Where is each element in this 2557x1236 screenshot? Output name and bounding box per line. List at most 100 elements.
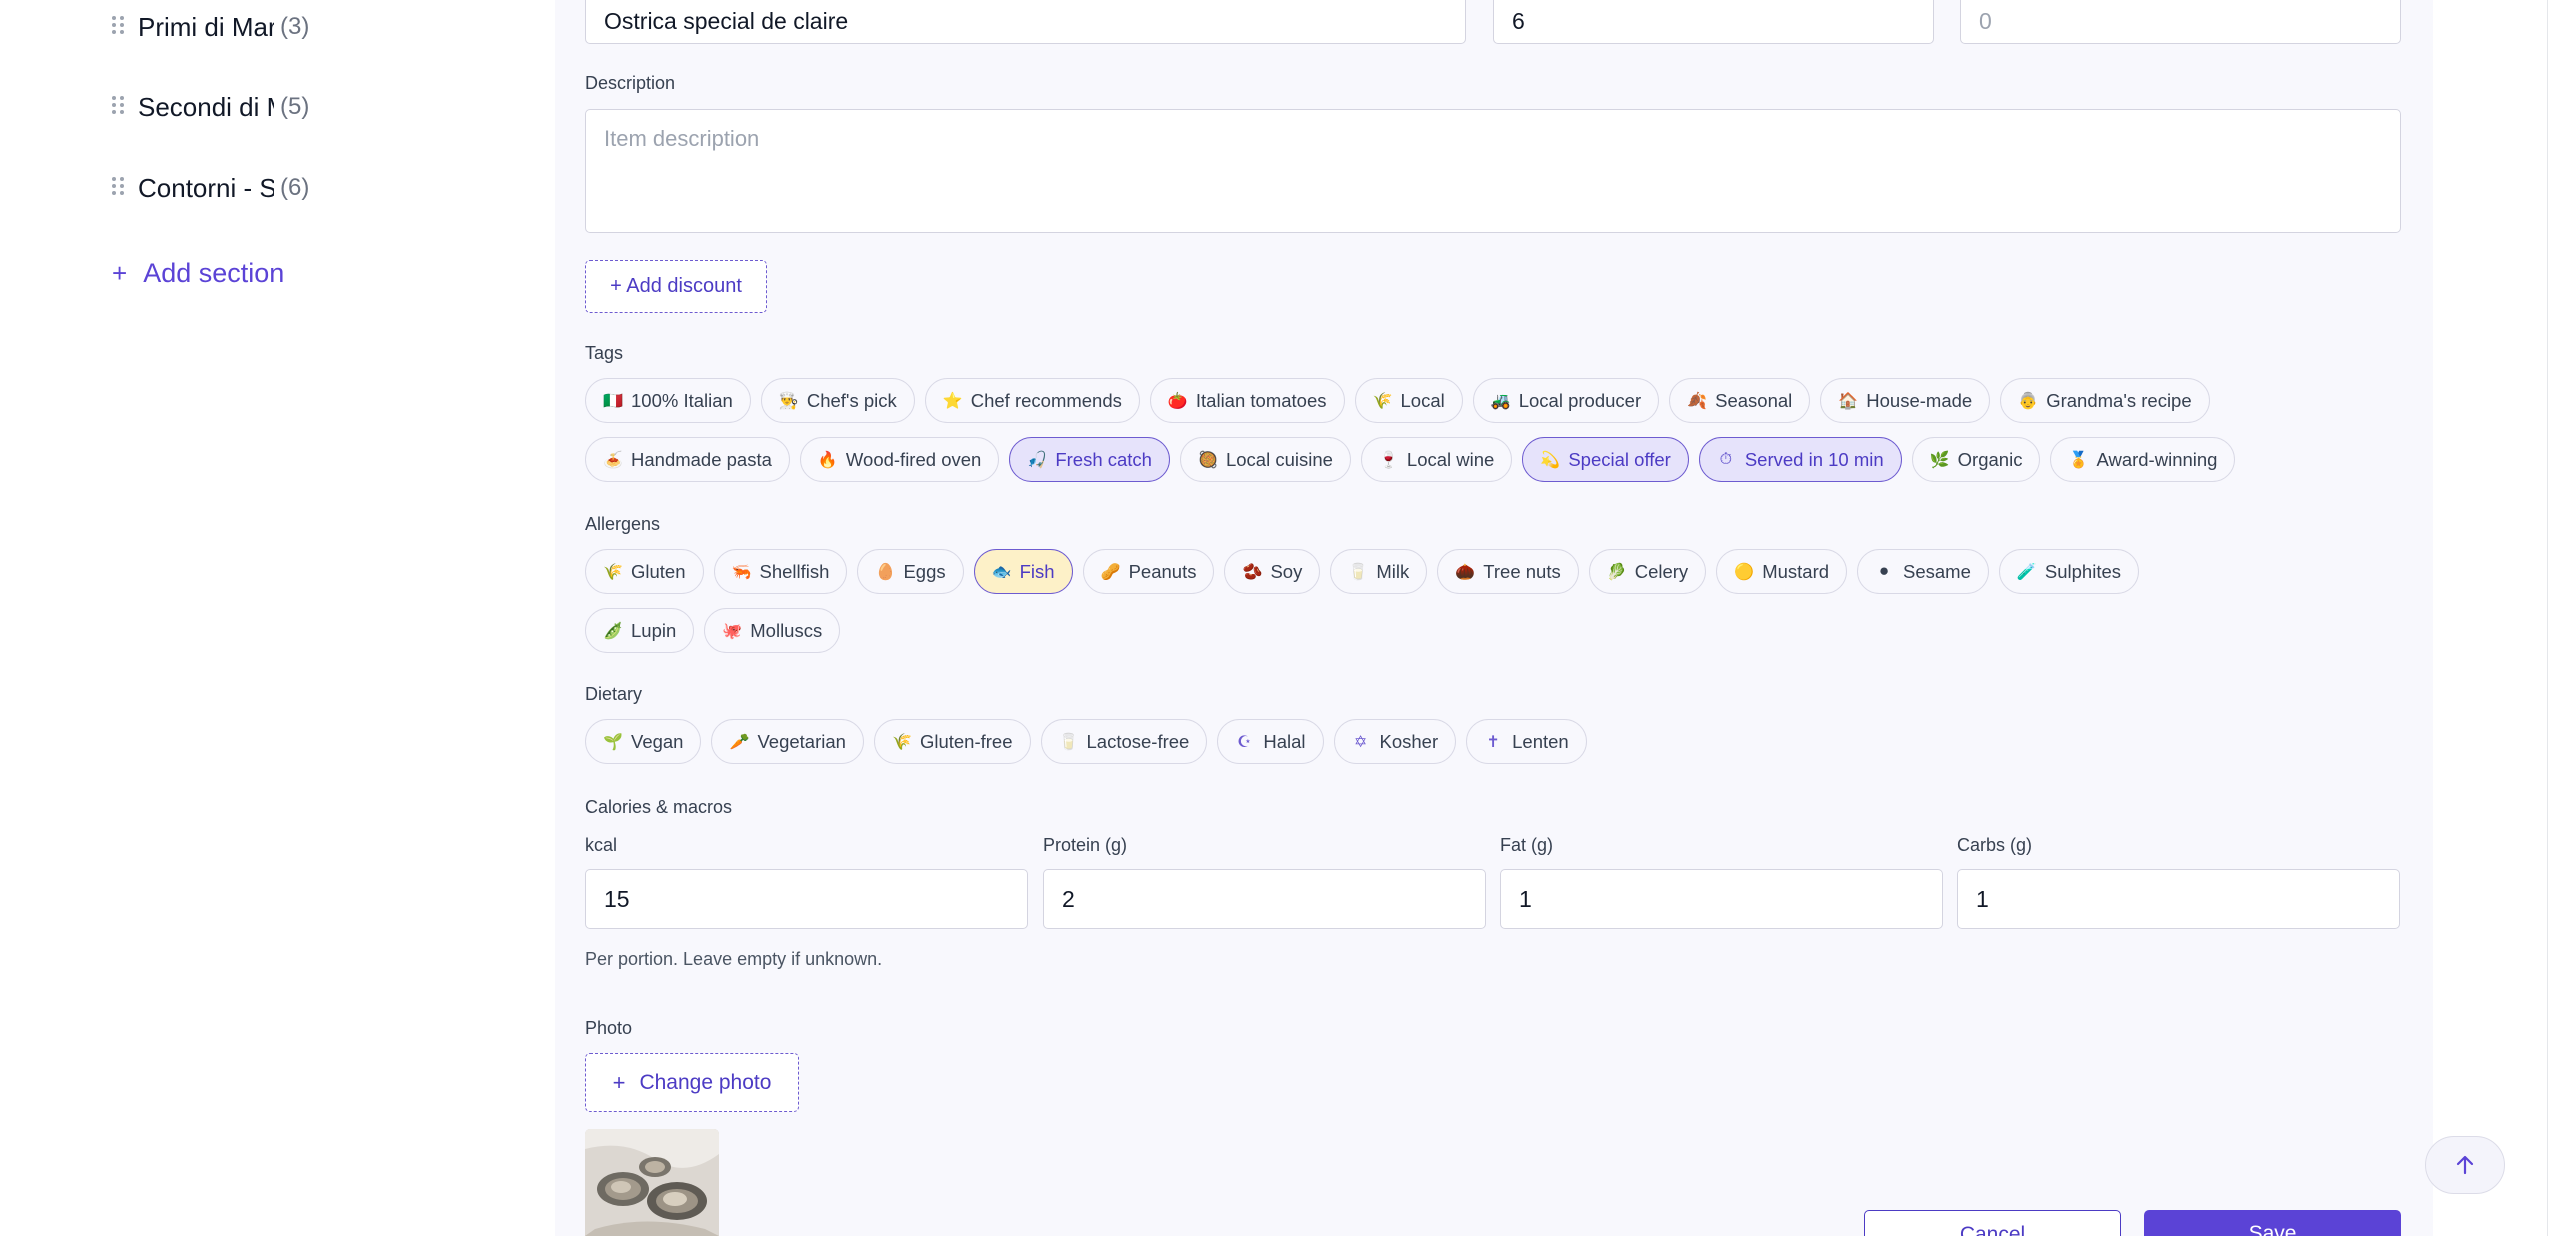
allergen-chip[interactable]: 🥜 Peanuts — [1082, 549, 1215, 594]
allergen-label: Shellfish — [759, 560, 830, 582]
tag-chip[interactable]: 🍝 Handmade pasta — [585, 437, 790, 482]
allergen-chip-selected[interactable]: 🐟 Fish — [973, 549, 1073, 594]
crescent-icon: ☪ — [1237, 733, 1252, 751]
allergen-label: Peanuts — [1128, 560, 1197, 582]
drag-handle-icon[interactable] — [112, 16, 126, 38]
protein-input[interactable]: 2 — [1043, 869, 1486, 929]
tag-chip[interactable]: 🍂 Seasonal — [1669, 378, 1811, 423]
wheat-icon: 🌾 — [891, 733, 912, 751]
tag-label: Chef's pick — [806, 389, 897, 411]
dietary-chip[interactable]: 🌾 Gluten-free — [873, 719, 1031, 764]
tag-chip[interactable]: 👨‍🍳 Chef's pick — [760, 378, 915, 423]
herb-icon: 🌿 — [1929, 451, 1950, 469]
tag-chip[interactable]: 🍅 Italian tomatoes — [1149, 378, 1345, 423]
tags-label: Tags — [585, 343, 624, 363]
drag-handle-icon[interactable] — [112, 96, 126, 118]
oysters-image — [585, 1129, 719, 1236]
allergen-label: Sesame — [1903, 560, 1971, 582]
change-photo-button[interactable]: + Change photo — [585, 1053, 799, 1112]
allergen-chip[interactable]: 🫘 Soy — [1224, 549, 1321, 594]
fat-input[interactable]: 1 — [1500, 869, 1943, 929]
medal-icon: 🏅 — [2068, 451, 2089, 469]
fire-icon: 🔥 — [817, 451, 838, 469]
pasta-icon: 🍝 — [603, 451, 623, 469]
tag-label: Local — [1400, 389, 1445, 411]
item-price-input[interactable]: 6 — [1493, 0, 1934, 44]
tag-label: Handmade pasta — [631, 448, 772, 470]
allergen-chip[interactable]: ⚫ Sesame — [1857, 549, 1989, 594]
allergens-label: Allergens — [585, 514, 661, 534]
allergen-chip[interactable]: 🌰 Tree nuts — [1437, 549, 1579, 594]
tag-chip-selected[interactable]: 🎣 Fresh catch — [1009, 437, 1170, 482]
allergen-chip[interactable]: 🌾 Gluten — [585, 549, 704, 594]
tag-chip[interactable]: 🔥 Wood-fired oven — [799, 437, 1000, 482]
tractor-icon: 🚜 — [1490, 392, 1511, 410]
tag-chip[interactable]: 🌿 Organic — [1911, 437, 2041, 482]
allergen-chip[interactable]: 🧪 Sulphites — [1998, 549, 2139, 594]
item-name-input[interactable]: Ostrica special de claire — [585, 0, 1466, 44]
dietary-chip[interactable]: ✡ Kosher — [1333, 719, 1457, 764]
allergen-label: Lupin — [631, 619, 677, 641]
tag-chip-selected[interactable]: 💫 Special offer — [1522, 437, 1689, 482]
save-button[interactable]: Save — [2144, 1210, 2401, 1236]
cancel-button[interactable]: Cancel — [1864, 1210, 2121, 1236]
wine-glass-icon: 🍷 — [1378, 451, 1399, 469]
section-name: Primi di Mare — [138, 11, 274, 42]
mustard-icon: 🟡 — [1734, 563, 1755, 581]
section-count: (5) — [280, 93, 310, 120]
item-photo-thumbnail — [585, 1129, 719, 1236]
tag-chip[interactable]: 🏅 Award-winning — [2050, 437, 2236, 482]
sesame-icon: ⚫ — [1877, 563, 1891, 581]
allergen-chip[interactable]: 🦐 Shellfish — [713, 549, 848, 594]
house-icon: 🏠 — [1838, 392, 1859, 410]
section-item-primi[interactable]: Primi di Mare (3) — [112, 7, 309, 47]
cross-icon: ✝ — [1486, 733, 1500, 751]
dietary-chip[interactable]: ☪ Halal — [1217, 719, 1324, 764]
tags-row-2: 🍝 Handmade pasta 🔥 Wood-fired oven 🎣 Fresh … — [585, 437, 2236, 482]
change-photo-label: Change photo — [639, 1070, 772, 1094]
add-section-button[interactable]: + Add section — [112, 258, 284, 289]
scroll-to-top-button[interactable] — [2425, 1136, 2505, 1194]
kcal-input[interactable]: 15 — [585, 869, 1028, 929]
dietary-chip[interactable]: ✝ Lenten — [1466, 719, 1587, 764]
chef-icon: 👨‍🍳 — [778, 392, 799, 410]
section-item-contorni[interactable]: Contorni - Side dishes (6) — [112, 168, 309, 208]
tag-chip[interactable]: ⭐ Chef recommends — [924, 378, 1140, 423]
photo-label: Photo — [585, 1018, 633, 1038]
tag-chip[interactable]: 🇮🇹 100% Italian — [585, 378, 751, 423]
dietary-chip[interactable]: 🌱 Vegan — [585, 719, 702, 764]
grandma-icon: 👵 — [2018, 392, 2039, 410]
allergens-row-2: 🫛 Lupin 🐙 Molluscs — [585, 608, 841, 653]
section-item-secondi[interactable]: Secondi di Mare (5) — [112, 87, 309, 127]
fish-icon: 🐟 — [991, 563, 1012, 581]
allergen-chip[interactable]: 🟡 Mustard — [1716, 549, 1848, 594]
macros-hint: Per portion. Leave empty if unknown. — [585, 949, 883, 969]
tag-chip[interactable]: 🏠 House-made — [1820, 378, 1991, 423]
allergen-chip[interactable]: 🫛 Lupin — [585, 608, 695, 653]
tag-label: Award-winning — [2096, 448, 2218, 470]
allergen-chip[interactable]: 🐙 Molluscs — [704, 608, 841, 653]
tag-chip[interactable]: 👵 Grandma's recipe — [2000, 378, 2210, 423]
dietary-label: Dietary — [585, 684, 643, 704]
tag-chip[interactable]: 🌾 Local — [1354, 378, 1463, 423]
allergen-label: Soy — [1270, 560, 1303, 582]
add-discount-button[interactable]: + Add discount — [585, 260, 767, 313]
allergen-chip[interactable]: 🥚 Eggs — [857, 549, 964, 594]
allergen-chip[interactable]: 🥛 Milk — [1330, 549, 1428, 594]
dietary-chip[interactable]: 🥕 Vegetarian — [711, 719, 864, 764]
description-textarea[interactable]: Item description — [585, 109, 2401, 233]
tag-chip[interactable]: 🚜 Local producer — [1472, 378, 1660, 423]
tag-label: Grandma's recipe — [2046, 389, 2192, 411]
dietary-chip[interactable]: 🥛 Lactose-free — [1040, 719, 1208, 764]
tag-chip[interactable]: 🥘 Local cuisine — [1179, 437, 1351, 482]
allergen-label: Celery — [1634, 560, 1689, 582]
tag-chip-selected[interactable]: ⏱ Served in 10 min — [1698, 437, 1902, 482]
fishing-pole-icon: 🎣 — [1027, 451, 1048, 469]
drag-handle-icon[interactable] — [112, 177, 126, 199]
carbs-input[interactable]: 1 — [1957, 869, 2400, 929]
tag-chip[interactable]: 🍷 Local wine — [1360, 437, 1513, 482]
item-secondary-price-input[interactable]: 0 — [1960, 0, 2401, 44]
celery-icon: 🥬 — [1606, 563, 1627, 581]
tag-label: Organic — [1957, 448, 2023, 470]
allergen-chip[interactable]: 🥬 Celery — [1588, 549, 1707, 594]
